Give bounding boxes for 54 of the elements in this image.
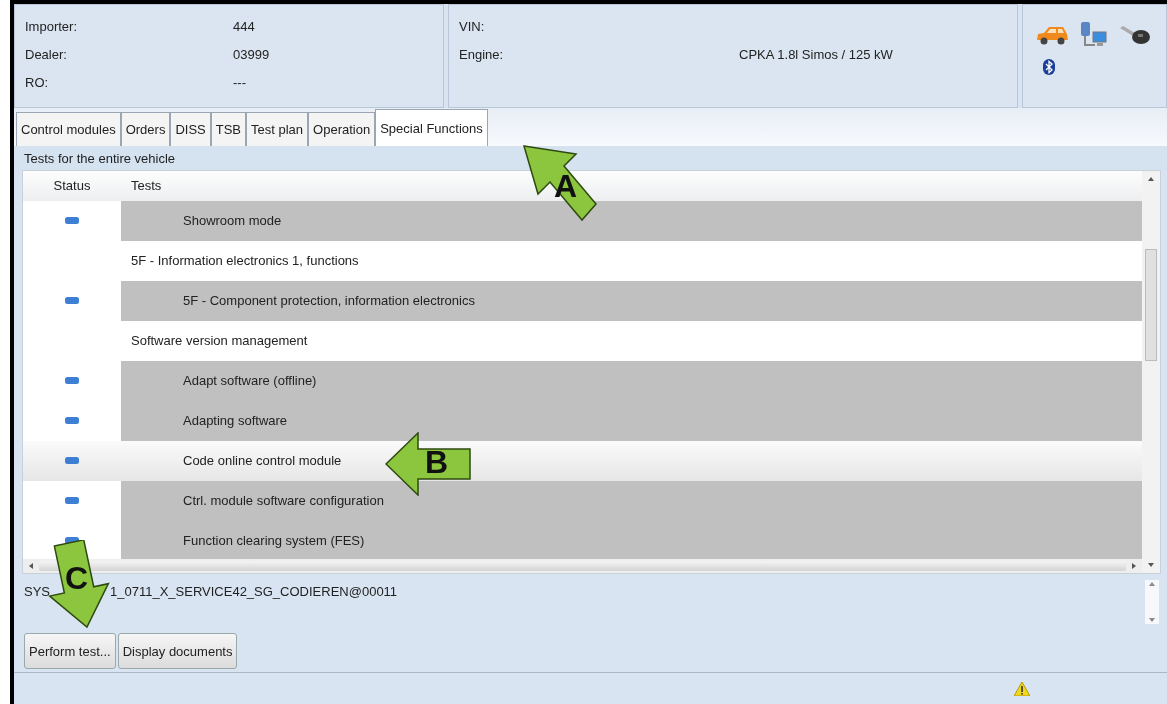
- tab[interactable]: Operation: [308, 112, 376, 146]
- callout-letter: B: [425, 446, 449, 478]
- field-label: RO:: [25, 75, 50, 92]
- group-name: 5F - Information electronics 1, functions: [131, 253, 359, 269]
- status-icon: [65, 417, 79, 425]
- network-computers-icon[interactable]: [1079, 21, 1109, 49]
- status-icon: [65, 297, 79, 305]
- column-header[interactable]: Status: [23, 178, 121, 194]
- status-icon: [65, 457, 79, 465]
- scroll-down-icon[interactable]: [1148, 616, 1156, 624]
- field-value: 444: [233, 19, 255, 36]
- scroll-up-icon[interactable]: [1148, 580, 1156, 588]
- scroll-down-icon[interactable]: [1147, 561, 1155, 569]
- warning-icon: [1014, 681, 1030, 696]
- scroll-up-icon[interactable]: [1147, 175, 1155, 183]
- test-name: Function clearing system (FES): [182, 533, 365, 549]
- status-icon: [65, 377, 79, 385]
- column-header[interactable]: Tests: [121, 178, 162, 194]
- test-name: Adapting software: [182, 413, 288, 429]
- field-value: ---: [233, 75, 246, 92]
- test-id-text: SYS: [24, 584, 50, 601]
- callout-letter: C: [65, 562, 89, 594]
- field-label: Importer:: [25, 19, 78, 36]
- status-icon: [65, 217, 79, 225]
- test-name: Code online control module: [182, 453, 342, 469]
- action-button[interactable]: Display documents: [117, 633, 238, 669]
- field-label: Dealer:: [25, 47, 68, 64]
- test-id-text: 1_0711_X_SERVICE42_SG_CODIEREN@00011: [110, 584, 398, 601]
- car-icon[interactable]: [1035, 24, 1069, 46]
- vertical-scrollbar[interactable]: [1145, 580, 1159, 624]
- field-label: Engine:: [459, 47, 505, 64]
- field-value: CPKA 1.8l Simos / 125 kW: [739, 47, 893, 64]
- scrollbar-thumb[interactable]: [1145, 249, 1157, 361]
- vertical-scrollbar[interactable]: [1142, 171, 1160, 573]
- test-name: Showroom mode: [182, 213, 282, 229]
- scroll-right-icon[interactable]: [1130, 562, 1138, 571]
- test-name: Ctrl. module software configuration: [182, 493, 384, 509]
- field-value: 03999: [233, 47, 270, 64]
- group-name: Software version management: [131, 333, 308, 349]
- action-button[interactable]: Perform test...: [24, 633, 116, 669]
- callout-letter: A: [554, 170, 578, 202]
- bluetooth-icon: [1043, 59, 1055, 75]
- status-icon: [65, 497, 79, 505]
- tab[interactable]: Control modules: [16, 112, 121, 146]
- test-name: 5F - Component protection, information electronics: [182, 293, 475, 309]
- scroll-left-icon[interactable]: [27, 562, 35, 571]
- tab[interactable]: Test plan: [246, 112, 309, 146]
- tab[interactable]: Special Functions: [375, 109, 488, 146]
- key-icon[interactable]: [1119, 24, 1151, 46]
- field-label: VIN:: [459, 19, 486, 36]
- tab[interactable]: DISS: [170, 112, 211, 146]
- tab[interactable]: Orders: [120, 112, 171, 146]
- tab[interactable]: TSB: [210, 112, 247, 146]
- test-name: Adapt software (offline): [182, 373, 317, 389]
